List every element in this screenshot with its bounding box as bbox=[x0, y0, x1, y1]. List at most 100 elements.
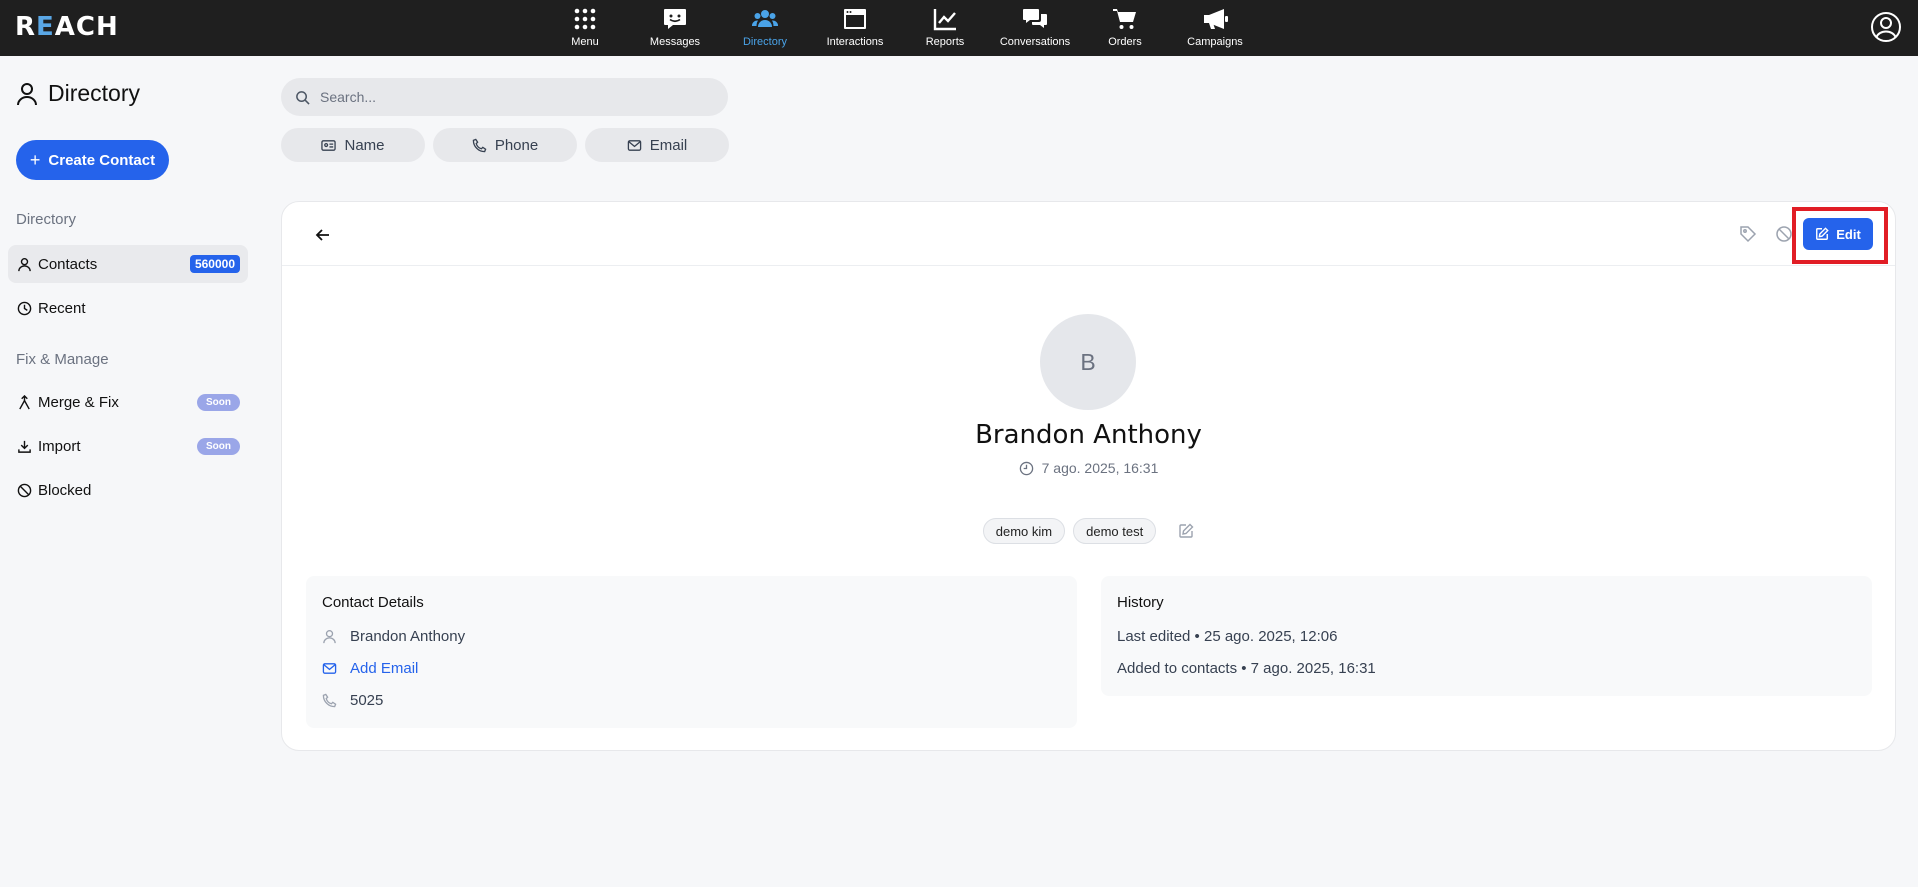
tag-chip[interactable]: demo test bbox=[1073, 518, 1157, 544]
sidebar-item-label: Blocked bbox=[38, 481, 92, 499]
detail-name: Brandon Anthony bbox=[350, 628, 466, 645]
filter-email-button[interactable]: Email bbox=[585, 128, 729, 162]
add-email-link[interactable]: Add Email bbox=[322, 660, 418, 677]
contact-details-panel: Contact Details Brandon Anthony Add Emai… bbox=[306, 576, 1077, 728]
nav-directory[interactable]: Directory bbox=[720, 0, 810, 56]
filter-label: Phone bbox=[494, 136, 539, 154]
history-added: Added to contacts • 7 ago. 2025, 16:31 bbox=[1117, 660, 1376, 677]
plus-icon: + bbox=[29, 149, 41, 170]
sidebar-item-label: Merge & Fix bbox=[38, 393, 119, 411]
grid-icon bbox=[574, 8, 596, 30]
created-date: 7 ago. 2025, 16:31 bbox=[1041, 460, 1159, 476]
user-icon bbox=[323, 630, 336, 644]
search-filters: Name Phone Email bbox=[281, 128, 729, 162]
nav-label: Reports bbox=[925, 36, 965, 48]
id-card-icon bbox=[321, 139, 337, 151]
nav-label: Conversations bbox=[999, 36, 1071, 48]
clock-icon bbox=[1019, 461, 1033, 475]
search-bar bbox=[281, 78, 728, 116]
chart-icon bbox=[933, 9, 956, 31]
nav-menu[interactable]: Menu bbox=[540, 0, 630, 56]
nav-campaigns[interactable]: Campaigns bbox=[1170, 0, 1260, 56]
nav-label: Messages bbox=[649, 36, 701, 48]
sidebar-item-label: Recent bbox=[38, 299, 86, 317]
contacts-count-badge: 560000 bbox=[189, 255, 240, 273]
edit-label: Edit bbox=[1836, 226, 1861, 242]
reach-logo[interactable]: REACH bbox=[15, 12, 119, 42]
nav-orders[interactable]: Orders bbox=[1080, 0, 1170, 56]
cart-icon bbox=[1113, 9, 1136, 29]
section-fix-manage: Fix & Manage bbox=[16, 351, 109, 368]
chat-icon bbox=[1023, 9, 1047, 28]
mail-icon bbox=[627, 139, 641, 151]
back-arrow-icon[interactable] bbox=[314, 226, 332, 244]
page-title-label: Directory bbox=[48, 80, 141, 106]
sidebar-item-recent[interactable]: Recent bbox=[8, 289, 248, 327]
megaphone-icon bbox=[1204, 9, 1228, 29]
nav-conversations[interactable]: Conversations bbox=[990, 0, 1080, 56]
message-icon bbox=[664, 9, 686, 29]
sidebar-item-merge[interactable]: Merge & Fix Soon bbox=[8, 383, 248, 421]
clock-icon bbox=[17, 301, 32, 315]
nav-label: Orders bbox=[1108, 36, 1142, 48]
sidebar-item-label: Contacts bbox=[38, 255, 98, 273]
tag-chip[interactable]: demo kim bbox=[982, 518, 1066, 544]
add-email-label: Add Email bbox=[350, 660, 419, 677]
sidebar-item-contacts[interactable]: Contacts 560000 bbox=[8, 245, 248, 283]
user-icon bbox=[18, 257, 31, 271]
contact-name: Brandon Anthony bbox=[975, 420, 1202, 450]
profile-icon[interactable] bbox=[1870, 11, 1902, 43]
detail-phone-row: 5025 bbox=[322, 692, 383, 709]
filter-name-button[interactable]: Name bbox=[281, 128, 425, 162]
sidebar-item-label: Import bbox=[38, 437, 81, 455]
block-icon bbox=[17, 483, 32, 497]
merge-icon bbox=[19, 394, 30, 409]
filter-label: Email bbox=[649, 136, 688, 154]
sidebar: Directory + Create Contact Directory Con… bbox=[0, 56, 262, 887]
page-title: Directory bbox=[16, 80, 140, 107]
download-icon bbox=[18, 440, 31, 453]
phone-icon bbox=[322, 693, 337, 708]
user-icon bbox=[17, 82, 37, 105]
sidebar-item-blocked[interactable]: Blocked bbox=[8, 471, 248, 509]
avatar: B bbox=[1040, 314, 1136, 410]
detail-name-row: Brandon Anthony bbox=[322, 628, 465, 645]
mail-icon bbox=[322, 663, 337, 674]
contact-created: 7 ago. 2025, 16:31 bbox=[282, 460, 1895, 476]
create-contact-label: Create Contact bbox=[48, 151, 156, 169]
section-directory: Directory bbox=[16, 211, 77, 228]
nav-interactions[interactable]: Interactions bbox=[810, 0, 900, 56]
nav-items: Menu Messages Directory Interactions Rep… bbox=[540, 0, 1260, 56]
soon-badge: Soon bbox=[197, 438, 240, 455]
sidebar-item-import[interactable]: Import Soon bbox=[8, 427, 248, 465]
search-input[interactable] bbox=[320, 89, 700, 105]
detail-phone: 5025 bbox=[350, 692, 384, 709]
block-icon[interactable] bbox=[1775, 225, 1793, 243]
users-icon bbox=[752, 10, 778, 27]
contact-card: Edit B Brandon Anthony 7 ago. 2025, 16:3… bbox=[281, 201, 1896, 751]
nav-label: Campaigns bbox=[1187, 36, 1243, 48]
tag-list: demo kim demo test bbox=[282, 518, 1895, 544]
soon-badge: Soon bbox=[197, 394, 240, 411]
panel-title: Contact Details bbox=[322, 594, 424, 611]
nav-reports[interactable]: Reports bbox=[900, 0, 990, 56]
edit-icon bbox=[1816, 227, 1829, 240]
nav-label: Menu bbox=[571, 36, 599, 48]
tag-icon[interactable] bbox=[1739, 225, 1757, 243]
phone-icon bbox=[472, 138, 487, 152]
edit-button[interactable]: Edit bbox=[1803, 218, 1873, 250]
window-icon bbox=[844, 9, 866, 29]
history-panel: History Last edited • 25 ago. 2025, 12:0… bbox=[1101, 576, 1872, 696]
filter-phone-button[interactable]: Phone bbox=[433, 128, 577, 162]
nav-label: Interactions bbox=[826, 36, 884, 48]
card-header: Edit bbox=[282, 202, 1895, 266]
edit-tags-icon[interactable] bbox=[1178, 523, 1194, 539]
history-last-edited: Last edited • 25 ago. 2025, 12:06 bbox=[1117, 628, 1338, 645]
nav-messages[interactable]: Messages bbox=[630, 0, 720, 56]
nav-label: Directory bbox=[742, 36, 787, 48]
top-nav: REACH Menu Messages Directory Interactio… bbox=[0, 0, 1918, 56]
panel-title: History bbox=[1117, 594, 1164, 611]
search-icon bbox=[296, 90, 310, 105]
filter-label: Name bbox=[344, 136, 385, 154]
create-contact-button[interactable]: + Create Contact bbox=[16, 140, 169, 180]
